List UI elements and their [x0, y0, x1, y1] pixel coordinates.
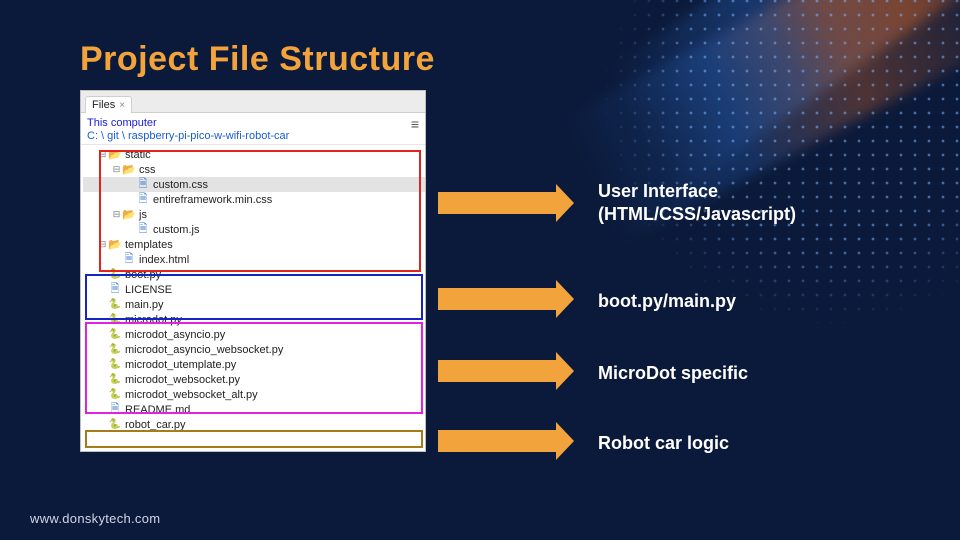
file-icon — [136, 179, 150, 191]
tree-file-readme[interactable]: README.md — [83, 402, 425, 417]
file-explorer-panel: Files × This computer C: \ git \ raspber… — [80, 90, 426, 452]
arrow-ui — [438, 192, 556, 214]
file-icon — [122, 254, 136, 266]
page-title: Project File Structure — [80, 40, 435, 79]
tab-label: Files — [92, 99, 115, 111]
tree-file-microdot-ws[interactable]: microdot_websocket.py — [83, 372, 425, 387]
tree-file-microdot-asyncio-ws[interactable]: microdot_asyncio_websocket.py — [83, 342, 425, 357]
tree-folder-js[interactable]: ⊟js — [83, 207, 425, 222]
python-icon — [108, 269, 122, 281]
python-icon — [108, 344, 122, 356]
tab-bar: Files × — [81, 91, 425, 113]
label-bootmain: boot.py/main.py — [598, 290, 736, 313]
close-icon[interactable]: × — [119, 100, 125, 111]
folder-icon — [122, 209, 136, 221]
tree-file-microdot-asyncio[interactable]: microdot_asyncio.py — [83, 327, 425, 342]
tree-file-microdot-utemplate[interactable]: microdot_utemplate.py — [83, 357, 425, 372]
file-icon — [136, 224, 150, 236]
path-bar: This computer C: \ git \ raspberry-pi-pi… — [81, 113, 425, 145]
tree-folder-css[interactable]: ⊟css — [83, 162, 425, 177]
folder-icon — [122, 164, 136, 176]
tree-file-license[interactable]: LICENSE — [83, 282, 425, 297]
file-tree: ⊟static ⊟css custom.css entireframework.… — [81, 145, 425, 434]
tree-file-boot-py[interactable]: boot.py — [83, 267, 425, 282]
arrow-robot — [438, 430, 556, 452]
hamburger-icon[interactable]: ≡ — [411, 119, 419, 129]
file-icon — [108, 284, 122, 296]
python-icon — [108, 419, 122, 431]
tree-file-microdot[interactable]: microdot.py — [83, 312, 425, 327]
label-microdot: MicroDot specific — [598, 362, 748, 385]
tree-file-robot-car[interactable]: robot_car.py — [83, 417, 425, 432]
root-label: This computer — [87, 117, 419, 129]
tree-folder-static[interactable]: ⊟static — [83, 147, 425, 162]
tree-file-custom-css[interactable]: custom.css — [83, 177, 425, 192]
arrow-bootmain — [438, 288, 556, 310]
file-icon — [136, 194, 150, 206]
python-icon — [108, 389, 122, 401]
folder-icon — [108, 149, 122, 161]
footer-url: www.donskytech.com — [30, 511, 160, 526]
python-icon — [108, 314, 122, 326]
tree-file-entireframework[interactable]: entireframework.min.css — [83, 192, 425, 207]
python-icon — [108, 329, 122, 341]
arrow-microdot — [438, 360, 556, 382]
decorative-swirl — [600, 0, 960, 330]
tree-file-microdot-ws-alt[interactable]: microdot_websocket_alt.py — [83, 387, 425, 402]
label-ui: User Interface (HTML/CSS/Javascript) — [598, 180, 796, 225]
python-icon — [108, 359, 122, 371]
tree-file-main-py[interactable]: main.py — [83, 297, 425, 312]
python-icon — [108, 299, 122, 311]
tree-folder-templates[interactable]: ⊟templates — [83, 237, 425, 252]
tree-file-custom-js[interactable]: custom.js — [83, 222, 425, 237]
label-robot: Robot car logic — [598, 432, 729, 455]
folder-icon — [108, 239, 122, 251]
tab-files[interactable]: Files × — [85, 96, 132, 113]
python-icon — [108, 374, 122, 386]
file-icon — [108, 404, 122, 416]
breadcrumb[interactable]: C: \ git \ raspberry-pi-pico-w-wifi-robo… — [87, 130, 419, 142]
tree-file-index-html[interactable]: index.html — [83, 252, 425, 267]
